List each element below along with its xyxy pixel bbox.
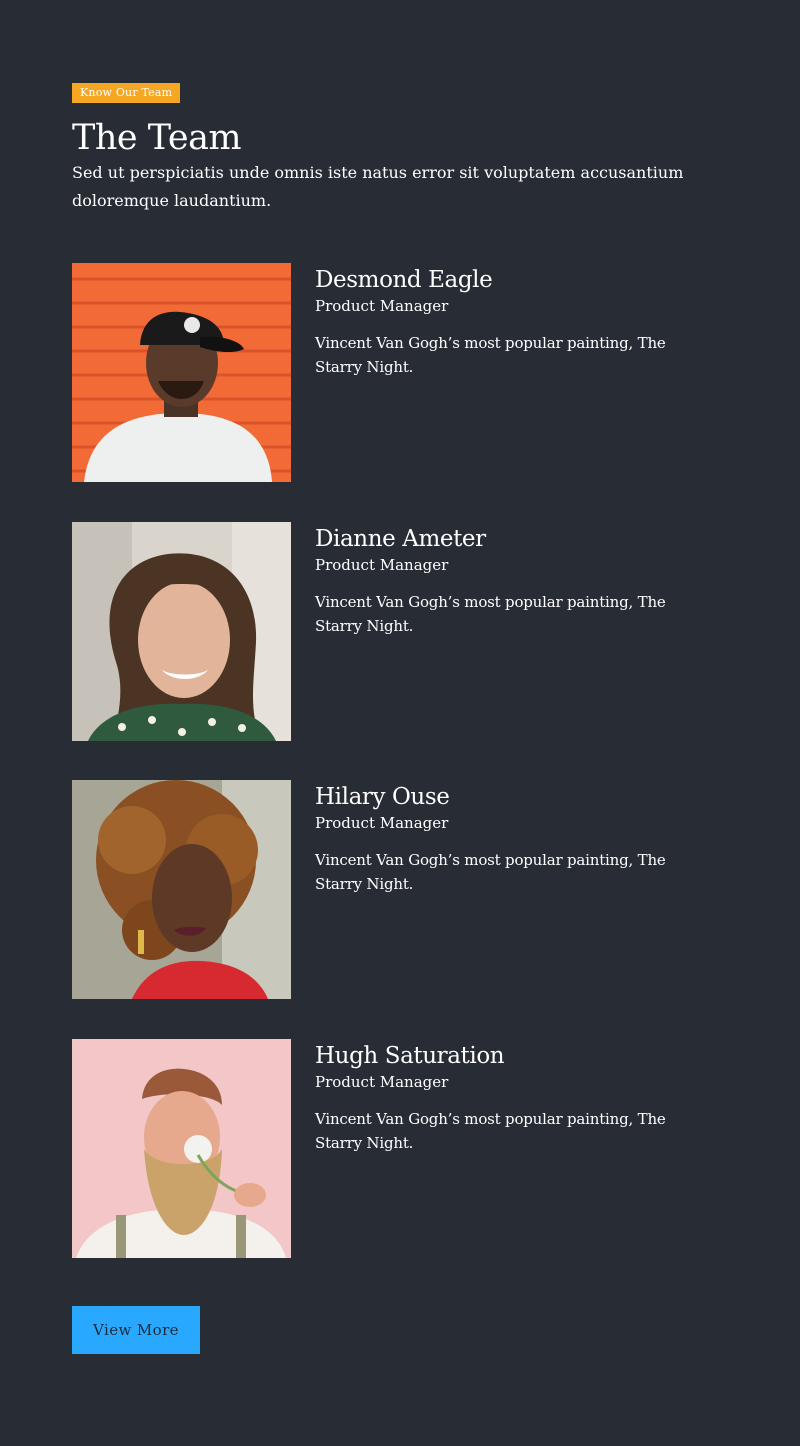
page-title: The Team <box>72 118 242 158</box>
member-role: Product Manager <box>315 814 449 832</box>
member-info: Desmond Eagle Product Manager Vincent Va… <box>315 263 715 379</box>
view-more-button[interactable]: View More <box>72 1306 200 1354</box>
section-badge: Know Our Team <box>72 83 181 103</box>
member-role: Product Manager <box>315 297 449 315</box>
member-role: Product Manager <box>315 556 449 574</box>
member-info: Dianne Ameter Product Manager Vincent Va… <box>315 522 715 638</box>
member-photo <box>72 1039 291 1258</box>
member-name: Desmond Eagle <box>315 267 493 293</box>
member-photo <box>72 522 291 741</box>
member-name: Hugh Saturation <box>315 1043 505 1069</box>
member-info: Hilary Ouse Product Manager Vincent Van … <box>315 780 715 896</box>
member-photo <box>72 780 291 999</box>
member-bio: Vincent Van Gogh’s most popular painting… <box>315 851 666 893</box>
member-name: Hilary Ouse <box>315 784 450 810</box>
member-role: Product Manager <box>315 1073 449 1091</box>
member-photo <box>72 263 291 482</box>
member-bio: Vincent Van Gogh’s most popular painting… <box>315 593 666 635</box>
team-member-card: Hugh Saturation Product Manager Vincent … <box>72 1039 728 1258</box>
member-info: Hugh Saturation Product Manager Vincent … <box>315 1039 715 1155</box>
member-bio: Vincent Van Gogh’s most popular painting… <box>315 1110 666 1152</box>
team-member-card: Dianne Ameter Product Manager Vincent Va… <box>72 522 728 741</box>
member-name: Dianne Ameter <box>315 526 486 552</box>
team-member-card: Hilary Ouse Product Manager Vincent Van … <box>72 780 728 999</box>
member-bio: Vincent Van Gogh’s most popular painting… <box>315 334 666 376</box>
section-intro: Sed ut perspiciatis unde omnis iste natu… <box>72 163 684 210</box>
team-member-card: Desmond Eagle Product Manager Vincent Va… <box>72 263 728 482</box>
